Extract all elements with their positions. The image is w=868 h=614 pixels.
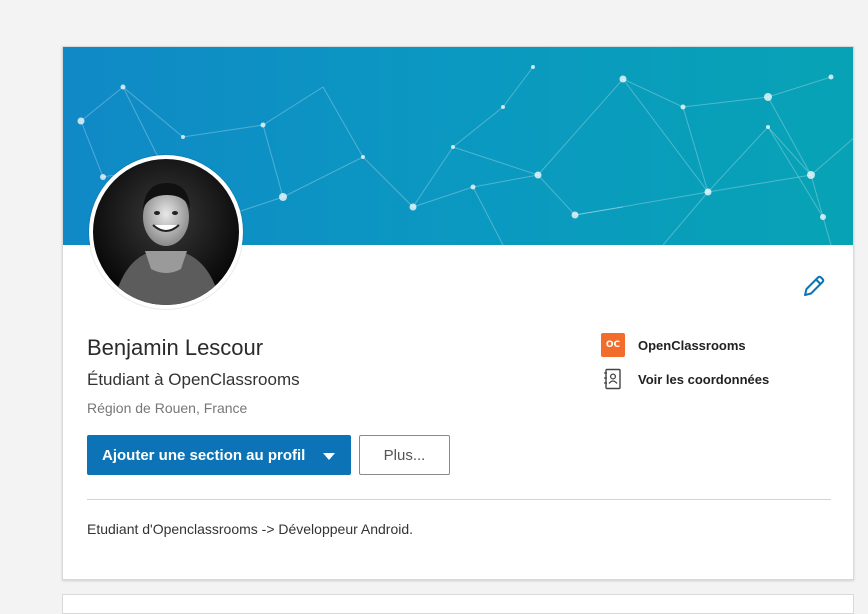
more-button[interactable]: Plus... [359,435,450,475]
next-card [62,594,854,614]
pencil-icon [804,275,825,296]
add-profile-section-button[interactable]: Ajouter une section au profil [87,435,351,475]
contact-info-link[interactable]: Voir les coordonnées [601,367,769,391]
address-book-icon [601,367,625,391]
profile-avatar[interactable] [89,155,243,309]
profile-summary: Etudiant d'Openclassrooms -> Développeur… [87,521,414,537]
current-company-link[interactable]: OC OpenClassrooms [601,333,746,357]
add-profile-section-label: Ajouter une section au profil [102,446,306,464]
profile-location: Région de Rouen, France [87,400,248,416]
edit-profile-button[interactable] [801,273,827,299]
company-label: OpenClassrooms [638,337,746,353]
openclassrooms-logo: OC [601,333,625,357]
divider [87,499,831,500]
contact-label: Voir les coordonnées [638,371,770,387]
avatar-photo [93,159,239,305]
profile-headline: Étudiant à OpenClassrooms [87,370,300,389]
caret-down-icon [323,453,335,460]
profile-card: Benjamin Lescour Étudiant à OpenClassroo… [62,46,854,580]
profile-name: Benjamin Lescour [87,335,264,360]
